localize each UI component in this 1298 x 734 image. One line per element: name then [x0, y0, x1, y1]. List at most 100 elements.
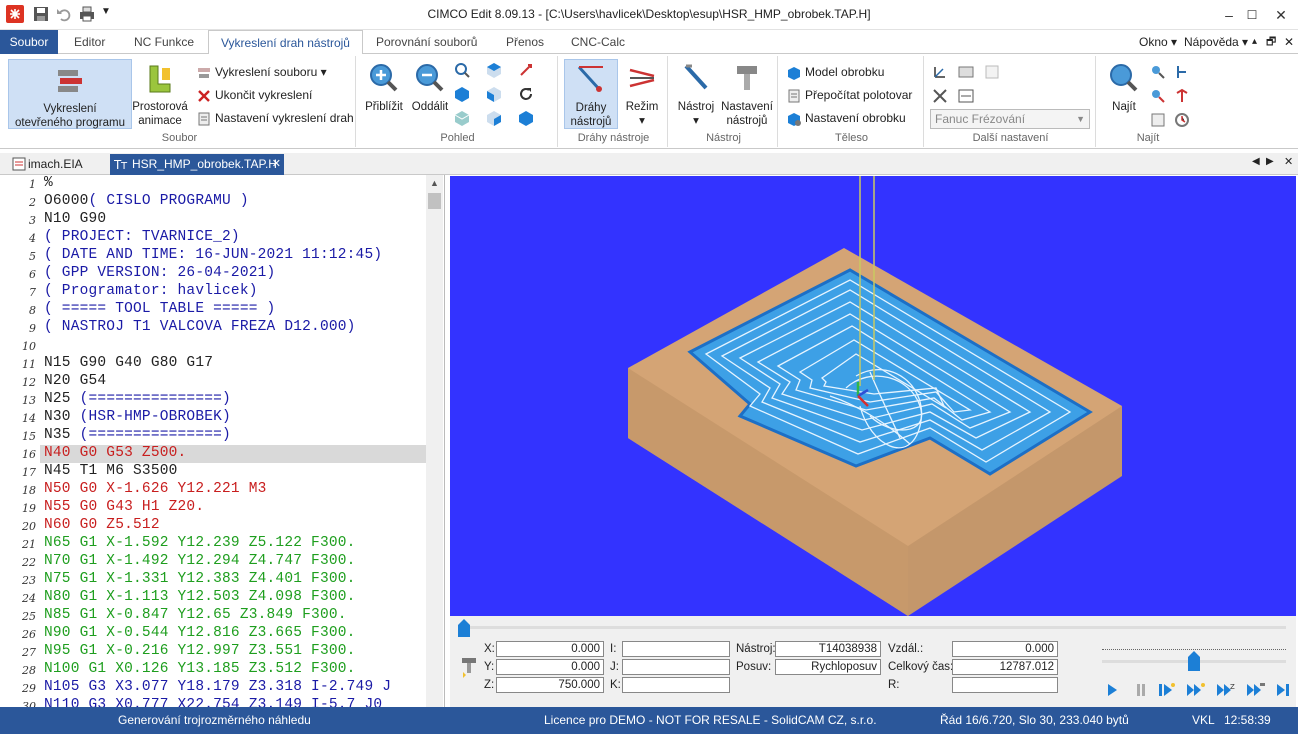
vykresleni-otevreneho-button[interactable]: Vykreslení otevřeného programu: [8, 59, 132, 129]
code-line[interactable]: ( Programator: havlicek): [44, 283, 258, 299]
prepocitat-polotovar-button[interactable]: Přepočítat polotovar: [786, 85, 912, 105]
step-forward-icon[interactable]: [1158, 682, 1176, 698]
code-line[interactable]: N10 G90: [44, 211, 106, 227]
view-side-icon[interactable]: [486, 86, 502, 102]
code-line[interactable]: ( GPP VERSION: 26-04-2021): [44, 265, 275, 281]
code-line[interactable]: ( PROJECT: TVARNICE_2): [44, 229, 240, 245]
code-line[interactable]: ( DATE AND TIME: 16-JUN-2021 11:12:45): [44, 247, 382, 263]
dxf-icon[interactable]: [958, 88, 974, 104]
code-line[interactable]: N65 G1 X-1.592 Y12.239 Z5.122 F300.: [44, 535, 356, 551]
rotate-icon[interactable]: [518, 86, 534, 102]
view-right-icon[interactable]: [486, 110, 502, 126]
code-line[interactable]: N40 G0 G53 Z500.: [44, 445, 186, 461]
code-line[interactable]: N90 G1 X-0.544 Y12.816 Z3.665 F300.: [44, 625, 356, 641]
export-icon[interactable]: [984, 64, 1000, 80]
code-line[interactable]: %: [44, 175, 53, 191]
prostorova-animace-button[interactable]: Prostorová animace: [132, 62, 188, 128]
shade-icon[interactable]: [518, 110, 534, 126]
tab-editor[interactable]: Editor: [62, 30, 117, 54]
tabs-close-icon[interactable]: ✕: [1284, 155, 1293, 168]
model-obrobku-button[interactable]: Model obrobku: [786, 62, 884, 82]
tabs-scroll-right-icon[interactable]: ▶: [1266, 156, 1274, 167]
nastaveni-obrobku-button[interactable]: Nastavení obrobku: [786, 108, 906, 128]
close-button[interactable]: ✕: [1258, 0, 1298, 30]
tab-cnc-calc[interactable]: CNC-Calc: [559, 30, 637, 54]
vykresleni-souboru-button[interactable]: Vykreslení souboru ▾: [196, 62, 327, 82]
code-editor[interactable]: 1% 2 O6000( CISLO PROGRAMU ) 3 N10 G90 4 ( PRO…: [0, 175, 445, 707]
goto-line-icon[interactable]: [1174, 64, 1190, 80]
pause-icon[interactable]: [1135, 683, 1147, 697]
speed-thumb[interactable]: [1188, 651, 1200, 671]
code-line[interactable]: ( ===== TOOL TABLE ===== ): [44, 301, 275, 317]
code-line[interactable]: N80 G1 X-1.113 Y12.503 Z4.098 F300.: [44, 589, 356, 605]
next-z-icon[interactable]: Z: [1216, 682, 1236, 698]
rezim-button[interactable]: Režim ▾: [620, 62, 664, 128]
ukoncit-vykresleni-button[interactable]: Ukončit vykreslení: [196, 85, 312, 105]
nastaveni-vykresleni-button[interactable]: Nastavení vykreslení drah: [196, 108, 354, 128]
view-iso-icon[interactable]: [454, 86, 470, 102]
code-line[interactable]: N60 G0 Z5.512: [44, 517, 160, 533]
menu-napoveda[interactable]: Nápověda ▾: [1184, 30, 1248, 54]
code-line[interactable]: N45 T1 M6 S3500: [44, 463, 178, 479]
skip-end-icon[interactable]: [1276, 682, 1290, 698]
code-line[interactable]: N15 G90 G40 G80 G17: [44, 355, 213, 371]
code-line[interactable]: N105 G3 X3.077 Y18.179 Z3.318 I-2.749 J: [44, 679, 391, 695]
stl-icon[interactable]: [958, 64, 974, 80]
tab-porovnani[interactable]: Porovnání souborů: [364, 30, 489, 54]
zoom-window-icon[interactable]: [454, 62, 470, 78]
code-line[interactable]: N110 G3 X0.777 X22.754 Z3.149 I-5.7 J0: [44, 697, 382, 707]
code-line[interactable]: ( NASTROJ T1 VALCOVA FREZA D12.000): [44, 319, 356, 335]
doc-tab-imach[interactable]: imach.EIA: [6, 154, 108, 175]
vertical-scrollbar[interactable]: ▲: [426, 175, 443, 707]
code-line[interactable]: N100 G1 X0.126 Y13.185 Z3.512 F300.: [44, 661, 356, 677]
scroll-thumb[interactable]: [428, 193, 441, 209]
controller-combo[interactable]: Fanuc Frézování ▼: [930, 109, 1090, 129]
view-front-icon[interactable]: [454, 110, 470, 126]
zoom-in-icon: [370, 64, 398, 92]
menu-okno[interactable]: Okno ▾: [1139, 30, 1177, 54]
3k-icon[interactable]: [932, 88, 948, 104]
tab-prenos[interactable]: Přenos: [494, 30, 556, 54]
code-line[interactable]: N50 G0 X-1.626 Y12.221 M3: [44, 481, 267, 497]
close-doc-icon[interactable]: ✕: [1284, 30, 1294, 54]
code-line[interactable]: N70 G1 X-1.492 Y12.294 Z4.747 F300.: [44, 553, 356, 569]
fast-forward-icon[interactable]: [1186, 682, 1206, 698]
oddalit-button[interactable]: Oddálit: [408, 62, 452, 114]
drahy-nastroju-button[interactable]: Dráhy nástrojů: [564, 59, 618, 129]
nastaveni-nastroju-button[interactable]: Nastavení nástrojů: [718, 62, 776, 128]
goto-top-icon[interactable]: [1174, 88, 1190, 104]
code-line[interactable]: N20 G54: [44, 373, 106, 389]
pan-icon[interactable]: [518, 62, 534, 78]
ribbon-collapse-icon[interactable]: ▴: [1252, 30, 1257, 54]
timeline-track[interactable]: [464, 626, 1286, 629]
code-line[interactable]: O6000( CISLO PROGRAMU ): [44, 193, 249, 209]
axis-icon[interactable]: [932, 64, 948, 80]
doc-tab-hsr[interactable]: TT HSR_HMP_obrobek.TAP.H ✕: [110, 154, 284, 175]
tab-nc-funkce[interactable]: NC Funkce: [122, 30, 206, 54]
find-next-icon[interactable]: [1150, 64, 1166, 80]
next-tool-icon[interactable]: [1246, 682, 1266, 698]
play-icon[interactable]: [1106, 683, 1118, 697]
replace-icon[interactable]: [1150, 112, 1166, 128]
code-line[interactable]: N25 (===============): [44, 391, 231, 407]
code-line[interactable]: N30 (HSR-HMP-OBROBEK): [44, 409, 231, 425]
restore-doc-icon[interactable]: 🗗: [1266, 30, 1276, 54]
code-line[interactable]: N95 G1 X-0.216 Y12.997 Z3.551 F300.: [44, 643, 356, 659]
najit-button[interactable]: Najít: [1102, 62, 1146, 114]
code-line[interactable]: N75 G1 X-1.331 Y12.383 Z4.401 F300.: [44, 571, 356, 587]
view-top-icon[interactable]: [486, 62, 502, 78]
tabs-scroll-left-icon[interactable]: ◀: [1252, 156, 1260, 167]
scroll-up-icon[interactable]: ▲: [426, 175, 443, 192]
code-line[interactable]: N85 G1 X-0.847 Y12.65 Z3.849 F300.: [44, 607, 347, 623]
find-prev-icon[interactable]: [1150, 88, 1166, 104]
priblizit-button[interactable]: Přiblížit: [362, 62, 406, 114]
tab-vykresleni-drah[interactable]: Vykreslení drah nástrojů: [208, 30, 363, 55]
doc-tab-close-icon[interactable]: ✕: [272, 154, 281, 175]
nastroj-button[interactable]: Nástroj ▾: [672, 62, 720, 128]
code-line[interactable]: N35 (===============): [44, 427, 231, 443]
timeline-thumb[interactable]: [458, 619, 470, 637]
clock-icon[interactable]: [1174, 112, 1190, 128]
toolpath-3d-viewport[interactable]: [450, 176, 1296, 616]
tab-soubor[interactable]: Soubor: [0, 30, 58, 54]
code-line[interactable]: N55 G0 G43 H1 Z20.: [44, 499, 204, 515]
